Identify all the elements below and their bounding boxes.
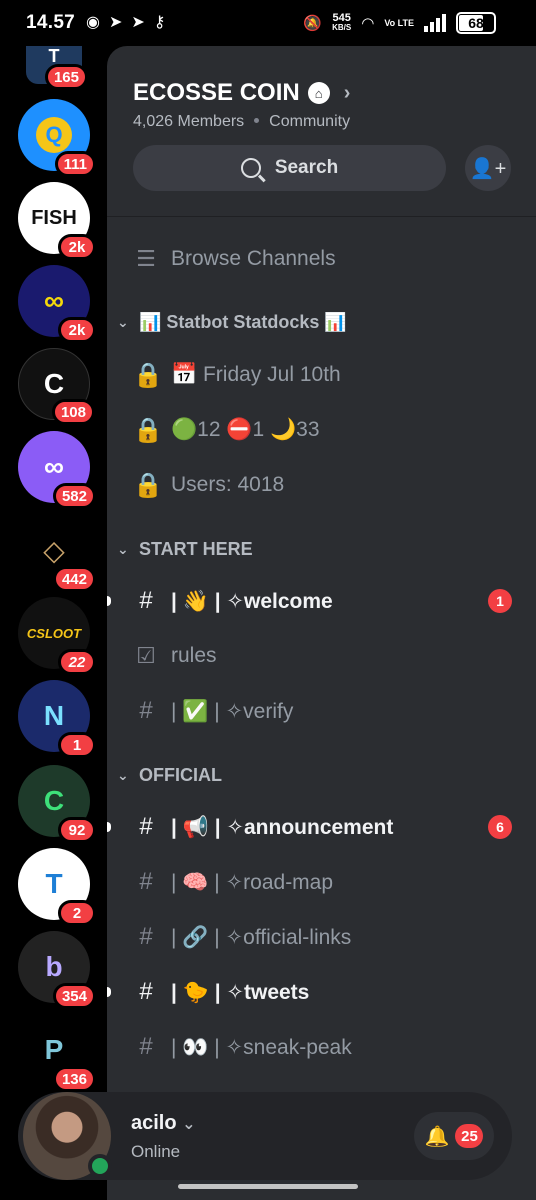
category-official[interactable]: ⌄ OFFICIAL	[117, 761, 222, 789]
browse-list-icon: ☰	[136, 246, 156, 271]
key-icon: ⚷	[153, 14, 166, 31]
server-badge: 582	[52, 483, 96, 509]
lock-icon: 🔒	[133, 416, 163, 444]
invite-members-button[interactable]: 👤+	[465, 145, 511, 191]
divider	[107, 216, 536, 217]
hashtag-icon: #	[139, 1033, 153, 1060]
signal-icon	[424, 14, 446, 32]
notification-icons: ◉ ➤ ➤ ⚷	[86, 12, 166, 32]
server-badge: 1	[58, 732, 96, 758]
clock: 14.57	[26, 12, 76, 33]
chevron-down-icon: ⌄	[117, 766, 129, 783]
community-badge-icon: ⌂	[307, 82, 330, 104]
notification-badge: 25	[455, 1124, 484, 1148]
category-start-here[interactable]: ⌄ START HERE	[117, 535, 253, 563]
server-badge: 22	[58, 649, 96, 675]
rules-icon: ☑	[136, 643, 156, 668]
server-icon-3[interactable]: FISH 2k	[18, 182, 96, 260]
channel-road-map[interactable]: # | 🧠 | ✧road-map	[107, 859, 536, 905]
unread-indicator	[107, 596, 111, 606]
channel-tweets[interactable]: # | 🐤 | ✧tweets	[107, 969, 536, 1015]
bell-icon: 🔔	[424, 1125, 450, 1148]
chevron-down-icon: ⌄	[182, 1116, 196, 1133]
hashtag-icon: #	[139, 923, 153, 950]
server-badge: 2k	[58, 317, 96, 343]
channel-verify[interactable]: # | ✅ | ✧verify	[107, 688, 536, 734]
server-icon-4[interactable]: ∞ 2k	[18, 265, 96, 343]
server-badge: 165	[44, 64, 88, 90]
server-header[interactable]: ECOSSE COIN ⌂ ›	[133, 79, 350, 107]
search-button[interactable]: Search	[133, 145, 446, 191]
server-icon-5[interactable]: C 108	[18, 348, 95, 425]
unread-indicator	[107, 822, 111, 832]
channel-panel: ECOSSE COIN ⌂ › 4,026 Members Community S…	[107, 46, 536, 1200]
mute-icon: 🔕	[303, 15, 323, 32]
server-icon-13[interactable]: P 136	[18, 1014, 96, 1092]
server-badge: 136	[52, 1066, 96, 1092]
server-icon-8[interactable]: CSLOOT 22	[18, 597, 96, 675]
hashtag-icon: #	[139, 587, 153, 614]
server-icon-6[interactable]: ∞ 582	[18, 431, 96, 509]
gesture-bar[interactable]	[178, 1184, 358, 1189]
lock-icon: 🔒	[133, 471, 163, 499]
server-badge: 111	[54, 151, 96, 177]
status-bar: 14.57 ◉ ➤ ➤ ⚷ 🔕 545 KB/S ◠ Vo LTE 68	[0, 0, 536, 46]
server-badge: 2	[58, 900, 96, 926]
server-badge: 442	[52, 566, 96, 592]
channel-sneak-peak[interactable]: # | 👀 | ✧sneak-peak	[107, 1024, 536, 1070]
browse-channels[interactable]: ☰ Browse Channels	[107, 236, 536, 282]
category-statbot[interactable]: ⌄ 📊 Statbot Statdocks 📊	[117, 308, 347, 336]
channel-status-counts[interactable]: 🔒 🟢12 ⛔1 🌙33	[107, 407, 536, 453]
server-icon-7[interactable]: ◇ 442	[18, 514, 96, 592]
channel-rules[interactable]: ☑ rules	[107, 633, 536, 679]
mention-badge: 6	[488, 815, 512, 839]
volte-icon: Vo LTE	[384, 18, 414, 28]
server-badge: 2k	[58, 234, 96, 260]
battery-icon: 68	[456, 12, 496, 34]
server-rail: T 165 Q 111 FISH 2k ∞ 2k C 108 ∞ 582 ◇ 442 CSLO…	[0, 0, 107, 1200]
server-name: ECOSSE COIN	[133, 79, 300, 106]
hashtag-icon: #	[139, 978, 153, 1005]
channel-welcome[interactable]: # | 👋 | ✧welcome 1	[107, 578, 536, 624]
chevron-right-icon: ›	[343, 81, 351, 104]
user-status: Online	[131, 1142, 181, 1161]
add-user-icon: 👤+	[469, 157, 507, 180]
user-panel[interactable]: acilo ⌄ Online 🔔 25	[18, 1092, 512, 1180]
network-speed: 545 KB/S	[332, 12, 352, 33]
hashtag-icon: #	[139, 868, 153, 895]
notifications-button[interactable]: 🔔 25	[414, 1112, 494, 1160]
server-meta: 4,026 Members Community	[133, 113, 351, 130]
system-icons: 🔕 545 KB/S ◠ Vo LTE 68	[303, 12, 496, 34]
hashtag-icon: #	[139, 813, 153, 840]
server-icon-12[interactable]: b 354	[18, 931, 96, 1009]
server-icon-9[interactable]: N1	[18, 680, 96, 758]
channel-users[interactable]: 🔒 Users: 4018	[107, 462, 536, 508]
channel-date[interactable]: 🔒 📅 Friday Jul 10th	[107, 352, 536, 398]
channel-announcement[interactable]: # | 📢 | ✧announcement 6	[107, 804, 536, 850]
server-badge: 108	[51, 399, 95, 425]
wifi-icon: ◠	[361, 15, 375, 32]
discord-icon: ◉	[86, 14, 100, 31]
lock-icon: 🔒	[133, 361, 163, 389]
mention-badge: 1	[488, 589, 512, 613]
telegram-icon: ➤	[131, 14, 145, 31]
server-icon-11[interactable]: T2	[18, 848, 96, 926]
search-icon	[240, 158, 261, 178]
server-badge: 92	[58, 817, 96, 843]
telegram-icon: ➤	[108, 14, 123, 31]
channel-official-links[interactable]: # | 🔗 | ✧official-links	[107, 914, 536, 960]
hashtag-icon: #	[139, 697, 153, 724]
server-badge: 354	[52, 983, 96, 1009]
server-icon-10[interactable]: C 92	[18, 765, 96, 843]
server-icon-2[interactable]: Q 111	[18, 99, 96, 177]
unread-indicator	[107, 987, 111, 997]
username[interactable]: acilo ⌄	[131, 1112, 196, 1135]
chevron-down-icon: ⌄	[117, 313, 129, 330]
chevron-down-icon: ⌄	[117, 540, 129, 557]
online-status-icon	[88, 1154, 112, 1178]
